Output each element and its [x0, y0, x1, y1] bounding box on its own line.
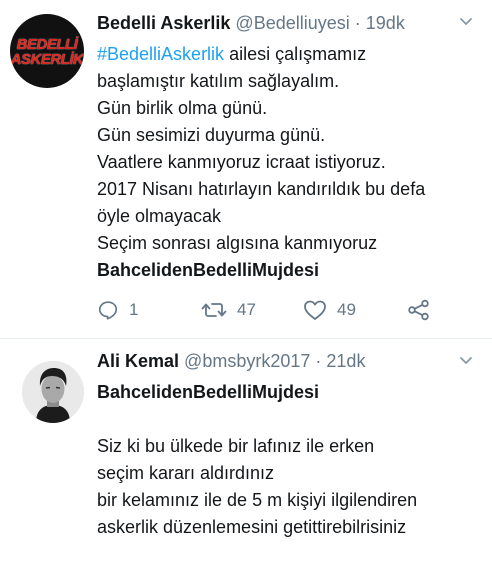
like-count: 49 [337, 300, 356, 319]
separator: · [354, 13, 361, 33]
retweet-icon [201, 303, 227, 317]
chevron-down-icon[interactable] [458, 353, 474, 369]
tweet-line-bold: BahcelidenBedelliMujdesi [97, 382, 320, 402]
avatar[interactable]: BEDELLİ ASKERLİK [10, 14, 84, 88]
tweet-line: öyle olmayacak [97, 206, 222, 226]
reply-button[interactable]: 1 [97, 297, 138, 323]
like-button[interactable]: 49 [303, 297, 356, 323]
tweet-line: #BedelliAskerlik ailesi çalışmamız [97, 41, 485, 68]
retweet-count: 47 [237, 300, 256, 319]
tweet-header: Bedelli Askerlik @Bedelliuyesi · 19dk [97, 12, 405, 34]
tweet-text: BahcelidenBedelliMujdesi Siz ki bu ülked… [97, 379, 485, 541]
tweet-actions: 1 47 49 [97, 297, 457, 323]
avatar-logo-line-1: BEDELLİ [16, 36, 78, 53]
hashtag-link[interactable]: #BedelliAskerlik [97, 44, 224, 64]
separator: · [315, 351, 322, 371]
tweet-line: askerlik düzenlemesini getittirebilrisin… [97, 517, 407, 537]
user-handle[interactable]: @bmsbyrk2017 [184, 351, 310, 371]
chevron-down-icon[interactable] [458, 14, 474, 30]
avatar[interactable] [22, 361, 84, 423]
display-name[interactable]: Bedelli Askerlik [97, 13, 230, 33]
tweet-line: Gün sesimizi duyurma günü. [97, 125, 326, 145]
tweet-line-text: ailesi çalışmamız [224, 44, 367, 64]
tweet-line: 2017 Nisanı hatırlayın kandırıldık bu de… [97, 179, 426, 199]
tweet-line-bold: BahcelidenBedelliMujdesi [97, 260, 320, 280]
heart-icon [304, 300, 326, 320]
tweet-line: Gün birlik olma günü. [97, 98, 268, 118]
timestamp[interactable]: 19dk [366, 13, 405, 33]
tweet[interactable]: Ali Kemal @bmsbyrk2017 · 21dk Bahceliden… [0, 339, 492, 562]
display-name[interactable]: Ali Kemal [97, 351, 179, 371]
user-handle[interactable]: @Bedelliuyesi [235, 13, 349, 33]
reply-icon [98, 301, 118, 320]
tweet-header: Ali Kemal @bmsbyrk2017 · 21dk [97, 350, 365, 372]
tweet-line: seçim kararı aldırdınız [97, 463, 275, 483]
tweet-line: bir kelamınız ile de 5 m kişiyi ilgilend… [97, 490, 418, 510]
share-button[interactable] [407, 297, 431, 323]
tweet-text: #BedelliAskerlik ailesi çalışmamız başla… [97, 41, 485, 284]
retweet-button[interactable]: 47 [201, 297, 256, 323]
tweet-line: Vaatlere kanmıyoruz icraat istiyoruz. [97, 152, 386, 172]
tweet-line: Seçim sonrası algısına kanmıyoruz [97, 233, 378, 253]
avatar-logo-line-2: ASKERLİK [10, 51, 84, 68]
tweet[interactable]: BEDELLİ ASKERLİK Bedelli Askerlik @Bedel… [0, 0, 492, 338]
tweet-line: başlamıştır katılım sağlayalım. [97, 71, 340, 91]
reply-count: 1 [129, 300, 139, 319]
share-icon [408, 299, 429, 321]
avatar-portrait-image [22, 361, 84, 423]
timestamp[interactable]: 21dk [326, 351, 365, 371]
tweet-line: Siz ki bu ülkede bir lafınız ile erken [97, 436, 375, 456]
